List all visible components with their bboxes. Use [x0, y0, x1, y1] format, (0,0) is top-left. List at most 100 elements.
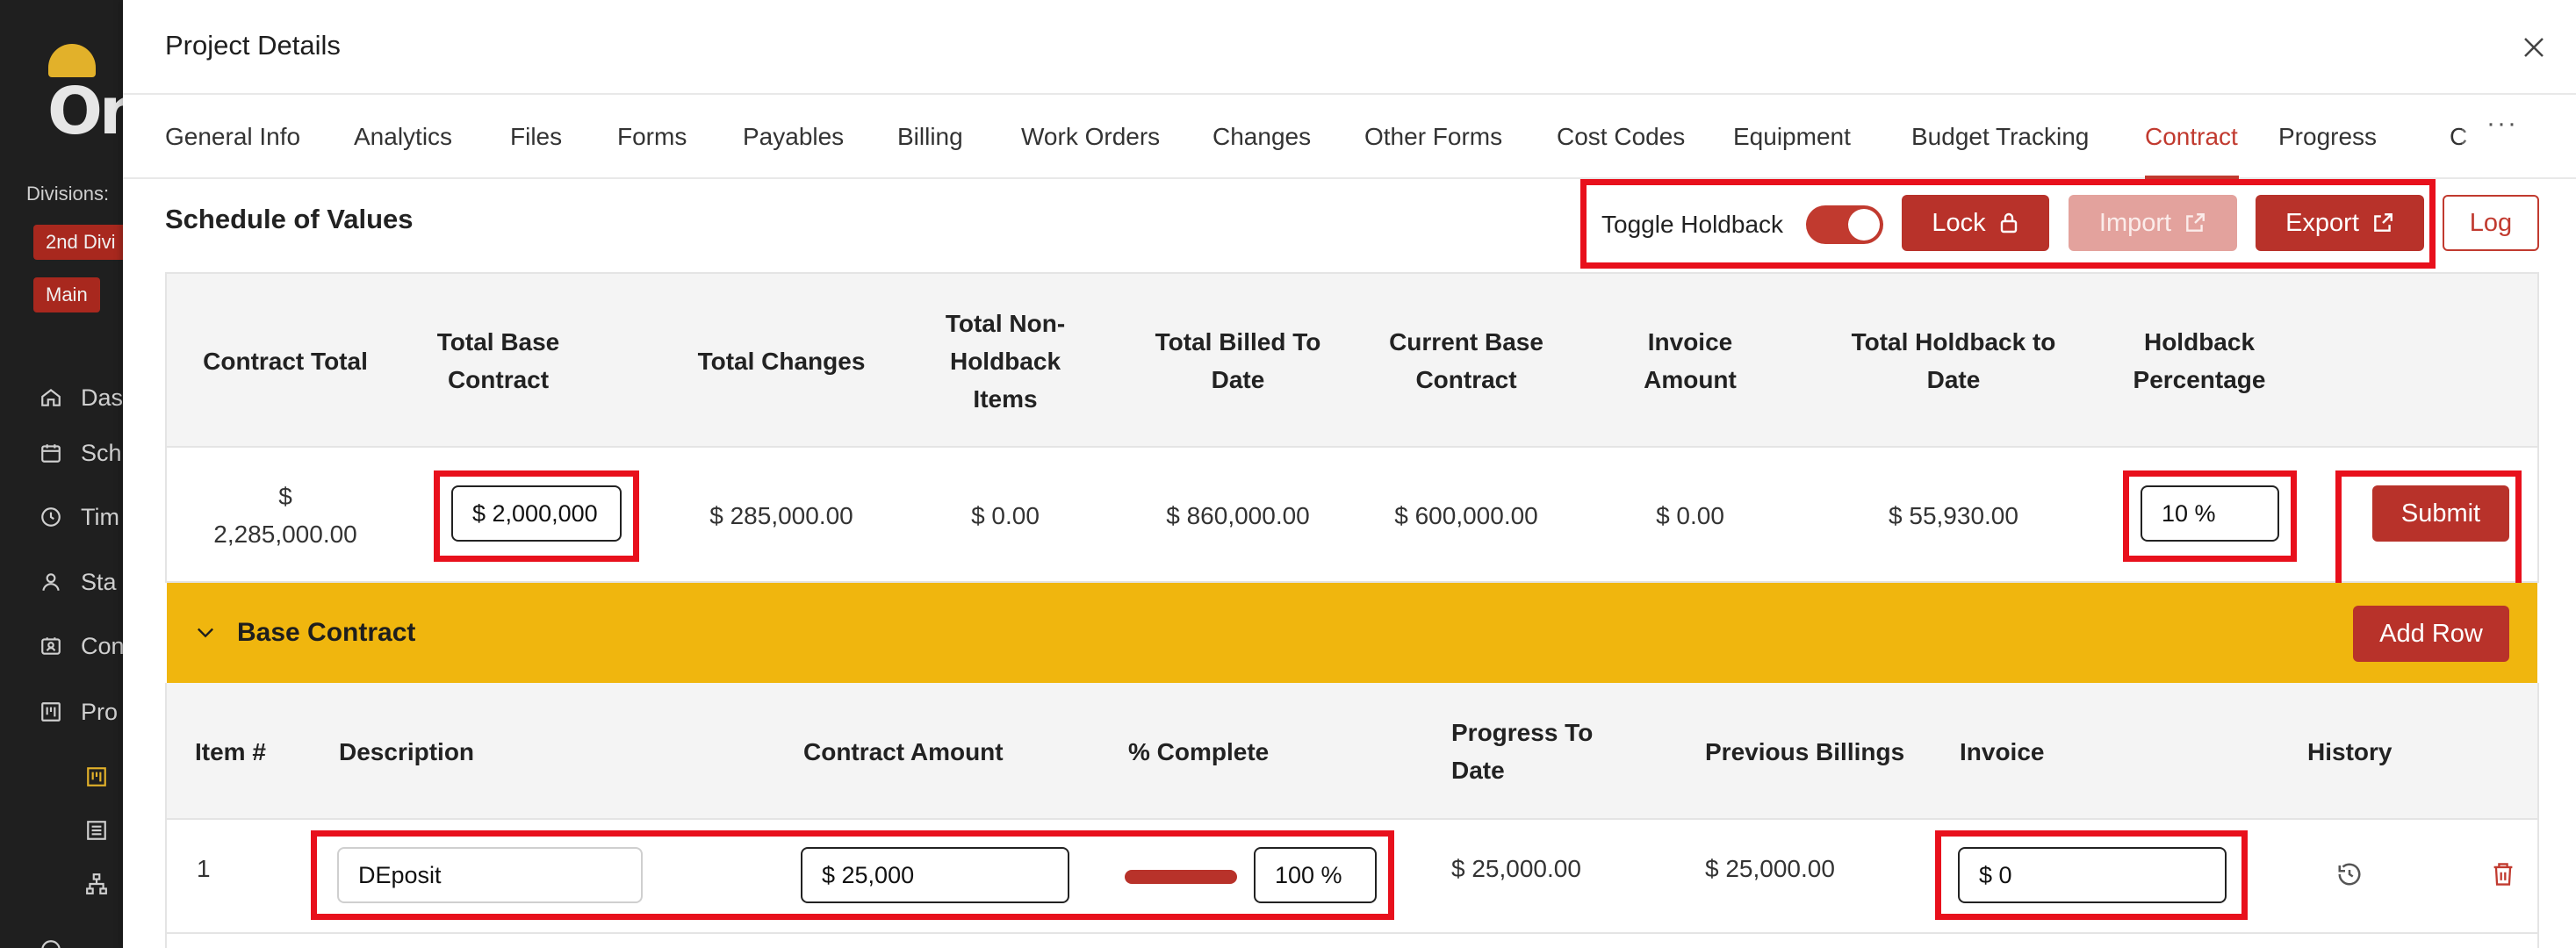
tab-changes[interactable]: Changes: [1212, 123, 1311, 151]
add-row-button[interactable]: Add Row: [2353, 606, 2509, 662]
tab-overflow-fade: [2462, 97, 2576, 177]
header-current-base-contract: Current Base Contract: [1389, 328, 1543, 393]
submit-button[interactable]: Submit: [2372, 485, 2509, 542]
total-holdback-value: $ 55,930.00: [1889, 501, 2018, 529]
summary-header-row: Contract Total Total Base Contract Total…: [167, 274, 2537, 448]
header-invoice: Invoice: [1960, 737, 2045, 765]
sidebar-item-projects[interactable]: Pro: [39, 694, 118, 729]
sidebar-item-dashboard[interactable]: Das: [39, 380, 123, 415]
clock-icon: [39, 505, 63, 529]
import-button[interactable]: Import: [2069, 195, 2237, 251]
tab-contract[interactable]: Contract: [2145, 123, 2238, 151]
tab-cost-codes[interactable]: Cost Codes: [1557, 123, 1685, 151]
items-header-row: Item # Description Contract Amount % Com…: [167, 683, 2537, 820]
total-base-contract-input[interactable]: [451, 485, 622, 542]
holdback-percentage-input[interactable]: [2141, 485, 2279, 542]
division-chip[interactable]: 2nd Divi: [33, 225, 123, 260]
add-row-button-label: Add Row: [2379, 619, 2483, 648]
list-icon[interactable]: [84, 818, 109, 843]
home-icon: [39, 385, 63, 410]
app-logo: On: [44, 39, 123, 149]
header-total-non-holdback: Total Non-Holdback Items: [945, 309, 1066, 413]
currency-symbol: $: [278, 483, 292, 510]
calendar-icon: [39, 441, 63, 465]
tab-bar: General Info Analytics Files Forms Payab…: [123, 97, 2576, 179]
chevron-down-icon[interactable]: [193, 620, 218, 644]
previous-billings-value: $ 25,000.00: [1705, 855, 1835, 882]
sidebar-item-label: Pro: [81, 698, 119, 725]
header-total-billed: Total Billed To Date: [1155, 328, 1321, 393]
import-button-label: Import: [2098, 208, 2172, 237]
more-tabs-icon[interactable]: ···: [2486, 109, 2518, 139]
export-button[interactable]: Export: [2256, 195, 2424, 251]
tab-other-forms[interactable]: Other Forms: [1364, 123, 1502, 151]
header-progress-to-date: Progress To Date: [1451, 719, 1594, 784]
description-input[interactable]: [337, 847, 643, 903]
contract-total-amount: 2,285,000.00: [213, 521, 357, 548]
project-board-icon: [39, 700, 63, 724]
tab-progress[interactable]: Progress: [2278, 123, 2377, 151]
app-sidebar: On Divisions: 2nd Divi Main Das Sch Tim …: [0, 0, 123, 948]
modal-header: Project Details: [123, 0, 2576, 95]
brand-text: On: [47, 74, 123, 149]
sidebar-item-partial[interactable]: [39, 932, 63, 948]
tab-work-orders[interactable]: Work Orders: [1021, 123, 1160, 151]
log-button[interactable]: Log: [2443, 195, 2539, 251]
header-invoice-amount: Invoice Amount: [1644, 328, 1737, 393]
percent-complete-input[interactable]: [1254, 847, 1377, 903]
header-previous-billings: Previous Billings: [1705, 737, 1905, 765]
holdback-toggle[interactable]: [1806, 205, 1883, 244]
close-icon[interactable]: [2516, 30, 2551, 65]
circle-icon: [39, 937, 63, 948]
external-link-icon: [2184, 212, 2206, 234]
header-item-number: Item #: [195, 737, 266, 765]
invoice-input[interactable]: [1958, 847, 2227, 903]
hierarchy-icon[interactable]: [84, 872, 109, 896]
sidebar-item-staff[interactable]: Sta: [39, 564, 117, 600]
sidebar-item-time[interactable]: Tim: [39, 499, 119, 535]
total-billed-value: $ 860,000.00: [1166, 501, 1310, 529]
header-percent-complete: % Complete: [1128, 737, 1270, 765]
tab-general-info[interactable]: General Info: [165, 123, 300, 151]
toggle-knob: [1848, 209, 1880, 241]
tab-forms[interactable]: Forms: [617, 123, 687, 151]
divisions-label: Divisions:: [26, 183, 110, 205]
sidebar-item-schedule[interactable]: Sch: [39, 435, 122, 470]
lock-button[interactable]: Lock: [1902, 195, 2049, 251]
header-total-base-contract: Total Base Contract: [436, 328, 560, 393]
item-number: 1: [197, 855, 211, 882]
tab-billing[interactable]: Billing: [897, 123, 963, 151]
tab-payables[interactable]: Payables: [743, 123, 844, 151]
tab-analytics[interactable]: Analytics: [354, 123, 452, 151]
hard-hat-icon: [48, 44, 96, 77]
header-history: History: [2307, 737, 2393, 765]
total-changes-value: $ 285,000.00: [709, 501, 853, 529]
header-total-changes: Total Changes: [697, 347, 866, 375]
lock-button-label: Lock: [1932, 208, 1986, 237]
contract-amount-input[interactable]: [801, 847, 1069, 903]
base-contract-section: Base Contract: [167, 583, 2537, 683]
division-chip[interactable]: Main: [33, 277, 100, 312]
sidebar-item-label: Con: [81, 632, 123, 659]
row-divider: [167, 932, 2537, 934]
tab-files[interactable]: Files: [510, 123, 562, 151]
header-contract-total: Contract Total: [203, 347, 368, 375]
sidebar-item-label: Sch: [81, 439, 122, 466]
header-description: Description: [339, 737, 475, 765]
contact-card-icon: [39, 634, 63, 658]
contract-total-value: $ 2,285,000.00: [184, 449, 386, 581]
sidebar-item-label: Sta: [81, 568, 117, 595]
sidebar-item-contacts[interactable]: Con: [39, 628, 123, 664]
sidebar-item-label: Das: [81, 384, 123, 411]
sidebar-item-label: Tim: [81, 503, 119, 530]
submit-button-label: Submit: [2400, 499, 2481, 528]
tab-equipment[interactable]: Equipment: [1733, 123, 1851, 151]
current-base-value: $ 600,000.00: [1394, 501, 1538, 529]
board-icon[interactable]: [84, 765, 109, 789]
trash-icon[interactable]: [2487, 858, 2519, 890]
tab-budget-tracking[interactable]: Budget Tracking: [1911, 123, 2089, 151]
percent-complete-bar[interactable]: [1125, 870, 1237, 884]
modal-title: Project Details: [165, 30, 341, 61]
history-icon[interactable]: [2334, 858, 2365, 890]
toggle-holdback-label: Toggle Holdback: [1601, 211, 1784, 238]
